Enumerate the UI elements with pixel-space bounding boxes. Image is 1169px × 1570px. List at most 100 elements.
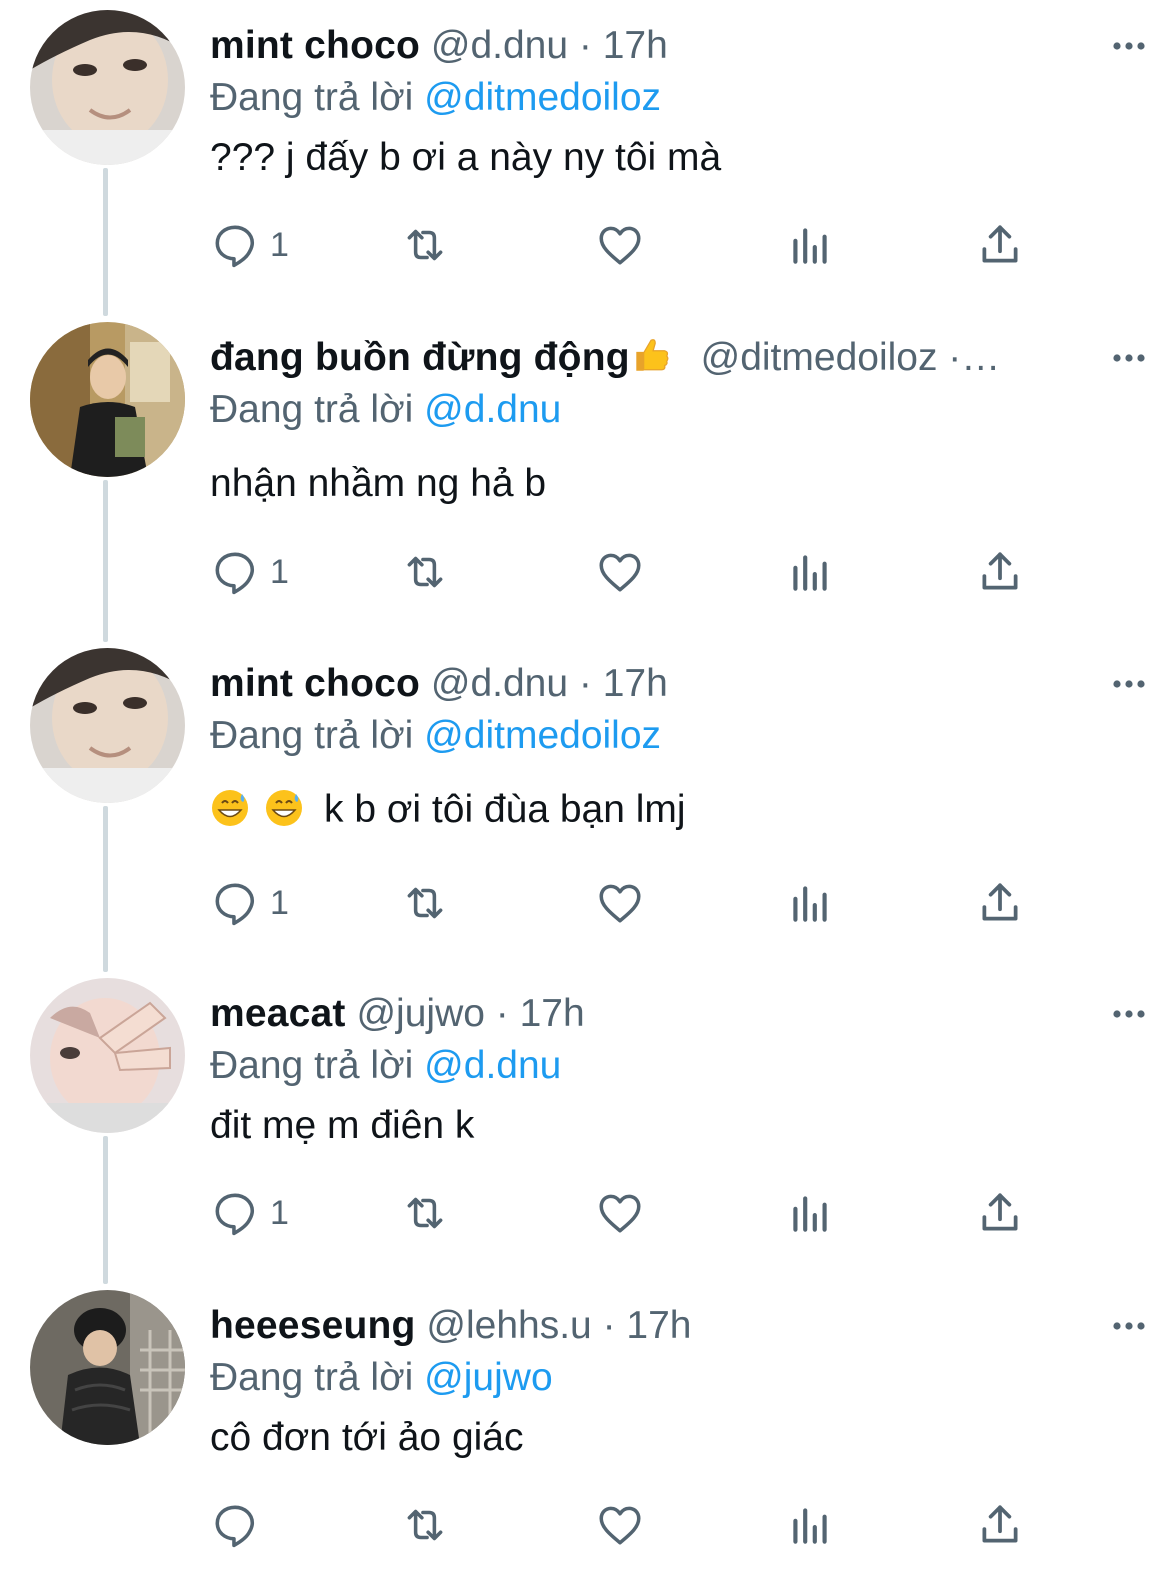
reply-button[interactable]: 1 (210, 1183, 289, 1243)
reply-button[interactable]: 1 (210, 873, 289, 933)
analytics-icon (793, 886, 827, 922)
share-button[interactable] (975, 1495, 1025, 1555)
separator-dot: · (568, 24, 603, 67)
heart-icon (599, 1506, 641, 1545)
thread-line (103, 168, 108, 316)
replying-to-label: Đang trả lời (210, 1356, 425, 1399)
more-button[interactable] (1109, 338, 1149, 378)
share-icon (982, 1193, 1018, 1231)
timestamp[interactable]: 17h (603, 662, 668, 705)
reply-icon (215, 1505, 255, 1548)
display-name[interactable]: đang buồn đừng động (210, 336, 630, 379)
share-button[interactable] (975, 542, 1025, 602)
more-icon (1113, 42, 1145, 50)
heart-icon (599, 553, 641, 592)
user-handle[interactable]: @d.dnu (431, 662, 568, 705)
share-icon (982, 225, 1018, 263)
display-name[interactable]: mint choco (210, 662, 420, 705)
share-button[interactable] (975, 215, 1025, 275)
share-button[interactable] (975, 873, 1025, 933)
retweet-button[interactable] (400, 215, 450, 275)
display-name[interactable]: heeeseung (210, 1304, 416, 1347)
views-button[interactable] (785, 1183, 835, 1243)
tweet-text: đit mẹ m điên k (210, 1104, 475, 1147)
mention-link[interactable]: @ditmedoiloz (424, 76, 661, 119)
replying-to: Đang trả lời @ditmedoiloz (210, 70, 661, 126)
like-button[interactable] (595, 215, 645, 275)
more-icon (1113, 680, 1145, 688)
reply-button[interactable] (210, 1495, 270, 1555)
reply-icon (215, 552, 255, 595)
views-button[interactable] (785, 542, 835, 602)
more-icon (1113, 354, 1145, 362)
grinning-sweat-emoji (212, 790, 248, 826)
display-name[interactable]: mint choco (210, 24, 420, 67)
analytics-icon (793, 228, 827, 264)
retweet-button[interactable] (400, 1495, 450, 1555)
tweet-text: ??? j đấy b ơi a này ny tôi mà (210, 136, 722, 179)
replying-to-label: Đang trả lời (210, 388, 425, 431)
retweet-button[interactable] (400, 1183, 450, 1243)
more-button[interactable] (1109, 664, 1149, 704)
tweet-header: heeeseung @lehhs.u · 17h (210, 1298, 1070, 1354)
retweet-icon (407, 556, 443, 588)
avatar[interactable] (30, 978, 185, 1133)
reply-count: 1 (270, 1193, 289, 1232)
more-button[interactable] (1109, 994, 1149, 1034)
tweet-text: k b ơi tôi đùa bạn lmj (324, 788, 686, 831)
avatar[interactable] (30, 1290, 185, 1445)
replying-to: Đang trả lời @jujwo (210, 1350, 553, 1406)
views-button[interactable] (785, 215, 835, 275)
share-icon (982, 552, 1018, 590)
mention-link[interactable]: @jujwo (424, 1356, 552, 1399)
like-button[interactable] (595, 1495, 645, 1555)
mention-link[interactable]: @d.dnu (424, 1044, 561, 1087)
replying-to-label: Đang trả lời (210, 1044, 425, 1087)
heart-icon (599, 884, 641, 923)
views-button[interactable] (785, 1495, 835, 1555)
mention-link[interactable]: @ditmedoiloz (424, 714, 661, 757)
timestamp[interactable]: 17h (520, 992, 585, 1035)
timestamp[interactable]: 17h (626, 1304, 691, 1347)
like-button[interactable] (595, 873, 645, 933)
views-button[interactable] (785, 873, 835, 933)
separator-dot: ·… (937, 336, 1001, 379)
retweet-button[interactable] (400, 873, 450, 933)
like-button[interactable] (595, 542, 645, 602)
replying-to-label: Đang trả lời (210, 714, 425, 757)
thread-line (103, 1136, 108, 1284)
avatar[interactable] (30, 322, 185, 477)
share-icon (982, 883, 1018, 921)
timestamp[interactable]: 17h (603, 24, 668, 67)
separator-dot: · (568, 662, 603, 705)
reply-count: 1 (270, 225, 289, 264)
reply-button[interactable]: 1 (210, 215, 289, 275)
tweet-header: mint choco @d.dnu · 17h (210, 18, 1070, 74)
tweet-actions: 1 (210, 215, 1070, 275)
replying-to: Đang trả lời @ditmedoiloz (210, 708, 661, 764)
user-handle[interactable]: @lehhs.u (426, 1304, 591, 1347)
mention-link[interactable]: @d.dnu (424, 388, 561, 431)
avatar[interactable] (30, 648, 185, 803)
thread-line (103, 480, 108, 642)
user-handle[interactable]: @d.dnu (431, 24, 568, 67)
share-icon (982, 1505, 1018, 1543)
tweet-actions: 1 (210, 1183, 1070, 1243)
user-handle[interactable]: @ditmedoiloz (701, 336, 938, 379)
retweet-button[interactable] (400, 542, 450, 602)
share-button[interactable] (975, 1183, 1025, 1243)
display-name[interactable]: meacat (210, 992, 346, 1035)
reply-button[interactable]: 1 (210, 542, 289, 602)
retweet-icon (407, 1197, 443, 1229)
more-button[interactable] (1109, 1306, 1149, 1346)
tweet-text-row: k b ơi tôi đùa bạn lmj (210, 782, 686, 838)
avatar[interactable] (30, 10, 185, 165)
analytics-icon (793, 555, 827, 591)
tweet-text: nhận nhầm ng hả b (210, 462, 547, 505)
user-handle[interactable]: @jujwo (356, 992, 484, 1035)
like-button[interactable] (595, 1183, 645, 1243)
more-button[interactable] (1109, 26, 1149, 66)
tweet-header: mint choco @d.dnu · 17h (210, 656, 1070, 712)
tweet-text: cô đơn tới ảo giác (210, 1416, 524, 1459)
separator-dot: · (591, 1304, 627, 1347)
